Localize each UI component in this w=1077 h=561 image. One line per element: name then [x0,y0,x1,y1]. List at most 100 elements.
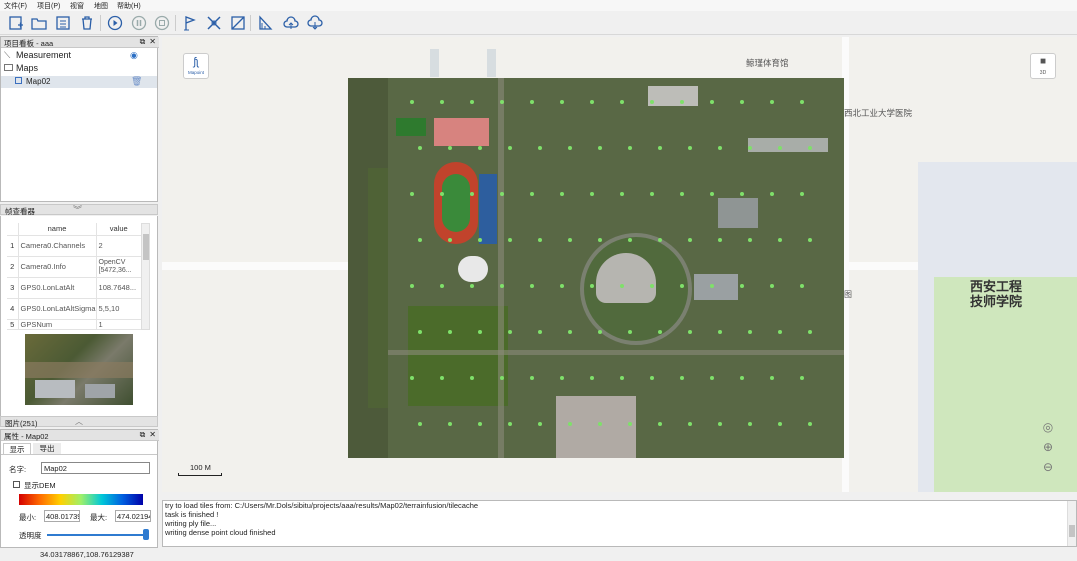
survey-point-marker[interactable] [418,330,422,334]
survey-point-marker[interactable] [740,100,744,104]
survey-point-marker[interactable] [470,192,474,196]
survey-point-marker[interactable] [748,146,752,150]
survey-point-marker[interactable] [620,100,624,104]
survey-point-marker[interactable] [740,376,744,380]
new-project-icon[interactable] [7,14,25,32]
opacity-slider-handle[interactable] [143,529,149,540]
survey-point-marker[interactable] [748,422,752,426]
3d-view-button[interactable]: ■ 3D [1030,53,1056,79]
survey-point-marker[interactable] [650,192,654,196]
survey-point-marker[interactable] [500,100,504,104]
survey-point-marker[interactable] [650,100,654,104]
table-row[interactable]: 4 GPS0.LonLatAltSigma 5,5,10 [7,298,143,320]
float-icon[interactable]: ⧉ [140,37,146,46]
survey-point-marker[interactable] [658,146,662,150]
survey-point-marker[interactable] [560,192,564,196]
survey-point-marker[interactable] [598,238,602,242]
survey-point-marker[interactable] [808,330,812,334]
stop-icon[interactable] [153,14,171,32]
survey-point-marker[interactable] [628,146,632,150]
survey-point-marker[interactable] [530,376,534,380]
survey-point-marker[interactable] [680,284,684,288]
survey-point-marker[interactable] [628,238,632,242]
collapse-chevron-icon[interactable]: ︾ [73,203,82,216]
survey-point-marker[interactable] [808,422,812,426]
survey-point-marker[interactable] [478,330,482,334]
max-input[interactable]: 474.02194 [115,510,151,522]
survey-point-marker[interactable] [410,100,414,104]
table-scrollbar[interactable] [141,223,150,330]
survey-point-marker[interactable] [628,330,632,334]
survey-point-marker[interactable] [440,100,444,104]
survey-point-marker[interactable] [658,238,662,242]
survey-point-marker[interactable] [478,422,482,426]
survey-point-marker[interactable] [688,330,692,334]
menu-map[interactable]: 地图 [94,1,108,11]
survey-point-marker[interactable] [448,422,452,426]
survey-point-marker[interactable] [598,146,602,150]
survey-point-marker[interactable] [470,376,474,380]
survey-point-marker[interactable] [538,146,542,150]
survey-point-marker[interactable] [628,422,632,426]
survey-point-marker[interactable] [688,422,692,426]
survey-point-marker[interactable] [590,376,594,380]
survey-point-marker[interactable] [778,330,782,334]
menu-window[interactable]: 视窗 [70,1,84,11]
survey-point-marker[interactable] [778,146,782,150]
measure-box-icon[interactable] [229,14,247,32]
survey-point-marker[interactable] [568,238,572,242]
survey-point-marker[interactable] [748,330,752,334]
survey-point-marker[interactable] [568,146,572,150]
survey-point-marker[interactable] [590,100,594,104]
survey-point-marker[interactable] [448,146,452,150]
survey-point-marker[interactable] [568,330,572,334]
survey-point-marker[interactable] [650,284,654,288]
survey-point-marker[interactable] [770,284,774,288]
survey-point-marker[interactable] [620,192,624,196]
survey-point-marker[interactable] [440,192,444,196]
images-bar[interactable]: 图片(251) ︿ [0,416,158,428]
table-row[interactable]: 2 Camera0.Info OpenCV [5472,36... [7,256,143,278]
survey-point-marker[interactable] [500,376,504,380]
survey-point-marker[interactable] [658,330,662,334]
log-scrollbar[interactable] [1067,501,1076,546]
expand-chevron-icon[interactable]: ︿ [75,416,83,427]
tab-display[interactable]: 显示 [3,443,31,454]
survey-point-marker[interactable] [590,192,594,196]
survey-point-marker[interactable] [440,376,444,380]
trash-icon[interactable] [78,14,96,32]
play-icon[interactable] [106,14,124,32]
close-icon[interactable]: ✕ [149,430,156,439]
survey-point-marker[interactable] [710,100,714,104]
ruler-icon[interactable] [256,14,274,32]
cloud-upload-icon[interactable] [282,14,300,32]
survey-point-marker[interactable] [418,422,422,426]
survey-point-marker[interactable] [770,100,774,104]
survey-point-marker[interactable] [718,146,722,150]
survey-point-marker[interactable] [710,192,714,196]
map-view[interactable]: 鲸瑾体育馆 西北工业大学医院 西安工程技师学院 图 ʃʅ Mapoint ■ 3… [162,37,1077,492]
survey-point-marker[interactable] [718,330,722,334]
survey-point-marker[interactable] [688,238,692,242]
zoom-out-icon[interactable]: ⊖ [1039,460,1057,478]
survey-point-marker[interactable] [418,238,422,242]
trash-icon[interactable]: 🗑 [131,76,142,87]
survey-point-marker[interactable] [718,422,722,426]
opacity-slider-track[interactable] [47,534,147,536]
survey-point-marker[interactable] [800,376,804,380]
survey-point-marker[interactable] [620,376,624,380]
table-row[interactable]: 3 GPS0.LonLatAlt 108.7648... [7,277,143,299]
survey-point-marker[interactable] [530,192,534,196]
survey-point-marker[interactable] [718,238,722,242]
tab-export[interactable]: 导出 [33,443,61,454]
survey-point-marker[interactable] [440,284,444,288]
survey-point-marker[interactable] [778,238,782,242]
survey-point-marker[interactable] [598,330,602,334]
survey-point-marker[interactable] [560,376,564,380]
survey-point-marker[interactable] [530,100,534,104]
survey-point-marker[interactable] [710,284,714,288]
eye-icon[interactable]: ◉ [130,50,138,61]
survey-point-marker[interactable] [620,284,624,288]
cloud-download-icon[interactable] [306,14,324,32]
survey-point-marker[interactable] [808,238,812,242]
